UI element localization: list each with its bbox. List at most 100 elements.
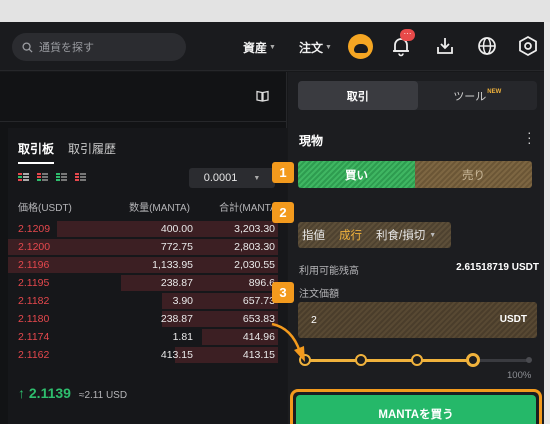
tab-trade[interactable]: 取引 [298, 81, 418, 110]
buy-submit-highlight: MANTAを買う [290, 389, 542, 424]
chevron-down-icon: ▼ [429, 231, 437, 239]
amount-input[interactable]: 2 USDT [298, 302, 537, 338]
precision-select[interactable]: 0.0001 ▼ [189, 168, 275, 188]
col-price: 価格(USDT) [18, 203, 72, 214]
tab-orderbook[interactable]: 取引板 [18, 140, 55, 164]
settings-icon[interactable] [517, 35, 539, 57]
download-icon[interactable] [434, 35, 456, 57]
table-row[interactable]: 2.1180 238.87 653.83 [8, 310, 287, 328]
ask-price: 2.1209 [18, 223, 51, 235]
view-bids-icon[interactable] [56, 173, 67, 183]
ask-price: 2.1195 [18, 277, 50, 289]
buy-tab[interactable]: 買い [298, 161, 415, 188]
search-icon [22, 41, 33, 53]
tab-tools[interactable]: ツール NEW [418, 81, 538, 110]
ask-rows: 2.1209 400.00 3,203.30 2.1200 772.75 2,803.30… [8, 220, 287, 364]
avatar[interactable] [348, 34, 373, 59]
col-total: 合計(MANTA) [219, 203, 280, 214]
window-top-strip [0, 0, 550, 22]
slider-step[interactable] [355, 354, 367, 366]
available-value: 2.61518719 USDT [456, 262, 539, 273]
view-both-icon[interactable] [18, 173, 29, 183]
ask-qty: 238.87 [160, 313, 193, 325]
order-type-limit[interactable]: 指値 [302, 227, 325, 243]
table-row[interactable]: 2.1174 1.81 414.96 [8, 328, 287, 346]
slider-step[interactable] [411, 354, 423, 366]
globe-icon[interactable] [476, 35, 498, 57]
section-title: 現物 [299, 134, 324, 148]
last-price-value: ↑ 2.1139 [18, 385, 71, 401]
order-amount-label: 注文価額 [299, 289, 339, 300]
orderbook-tabs: 取引板 取引履歴 [18, 140, 116, 164]
last-price-usd: ≈2.11 USD [78, 390, 128, 401]
chevron-down-icon: ▼ [269, 44, 276, 51]
view-split-icon[interactable] [37, 173, 48, 183]
table-row[interactable]: 2.1200 772.75 2,803.30 [8, 238, 287, 256]
available-balance: 利用可能残高 2.61518719 USDT [299, 262, 539, 277]
search-input[interactable]: 通貨を探す [12, 33, 186, 61]
table-row[interactable]: 2.1162 413.15 413.15 [8, 346, 287, 364]
buy-sell-toggle: 買い 売り [298, 161, 532, 188]
ask-qty: 400.00 [160, 223, 193, 235]
assets-menu[interactable]: 資産 ▼ [243, 39, 276, 56]
ask-price: 2.1182 [18, 295, 50, 307]
slider-step[interactable] [526, 357, 532, 363]
orders-menu[interactable]: 注文 ▼ [299, 39, 332, 56]
step-marker-1: 1 [272, 162, 294, 183]
ask-total: 657.73 [242, 295, 275, 307]
ask-qty: 772.75 [160, 241, 193, 253]
chevron-down-icon: ▼ [253, 174, 261, 182]
table-row[interactable]: 2.1182 3.90 657.73 [8, 292, 287, 310]
assets-label: 資産 [243, 41, 268, 55]
available-label: 利用可能残高 [299, 266, 359, 277]
arrow-icon [271, 322, 305, 362]
orderbook: 取引板 取引履歴 0.0001 ▼ 価格(USDT) 数量(MANTA) 合計(M… [8, 128, 287, 424]
amount-slider[interactable] [299, 352, 538, 372]
precision-value: 0.0001 [203, 172, 238, 184]
ask-price: 2.1174 [18, 331, 50, 343]
more-icon[interactable]: · · · [527, 125, 532, 149]
search-placeholder: 通貨を探す [39, 42, 94, 54]
amount-value: 2 [311, 314, 317, 326]
trade-tabs: 取引 ツール NEW [298, 81, 537, 110]
trading-app: 通貨を探す 資産 ▼ 注文 ▼ ··· 取引板 取引履歴 0.0001 ▼ 価格… [0, 22, 550, 424]
ask-qty: 413.15 [160, 349, 193, 361]
window-right-edge [544, 22, 550, 424]
tab-trade-history[interactable]: 取引履歴 [68, 140, 116, 164]
ask-price: 2.1162 [18, 349, 50, 361]
step-marker-2: 2 [272, 202, 294, 223]
chevron-down-icon: ▼ [325, 44, 332, 51]
table-row[interactable]: 2.1196 1,133.95 2,030.55 [8, 256, 287, 274]
col-qty: 数量(MANTA) [129, 203, 190, 214]
orders-label: 注文 [299, 41, 324, 55]
orderbook-view-toggles [18, 173, 86, 183]
table-row[interactable]: 2.1195 238.87 896.6 [8, 274, 287, 292]
buy-submit-button[interactable]: MANTAを買う [296, 395, 536, 424]
order-type-selector: 指値 成行 利食/損切 ▼ [298, 222, 451, 248]
ask-total: 2,030.55 [234, 259, 275, 271]
ask-qty: 3.90 [172, 295, 193, 307]
ask-price: 2.1200 [18, 241, 51, 253]
ask-qty: 238.87 [160, 277, 193, 289]
ask-price: 2.1196 [18, 259, 50, 271]
order-type-tpsl[interactable]: 利食/損切 ▼ [376, 227, 436, 243]
sell-tab[interactable]: 売り [415, 161, 532, 188]
top-header: 通貨を探す 資産 ▼ 注文 ▼ ··· [0, 22, 550, 71]
ask-qty: 1.81 [172, 331, 193, 343]
book-icon[interactable] [256, 90, 269, 102]
ask-total: 2,803.30 [234, 241, 275, 253]
ask-qty: 1,133.95 [152, 259, 193, 271]
step-marker-3: 3 [272, 282, 294, 303]
amount-unit: USDT [499, 314, 527, 325]
last-price: ↑ 2.1139 ≈2.11 USD [18, 385, 127, 401]
orderbook-panel: 取引板 取引履歴 0.0001 ▼ 価格(USDT) 数量(MANTA) 合計(M… [0, 72, 287, 424]
order-type-market[interactable]: 成行 [339, 227, 362, 243]
ask-total: 3,203.30 [234, 223, 275, 235]
chart-toolbar [0, 72, 287, 122]
slider-step[interactable] [466, 353, 480, 367]
slider-max-label: 100% [507, 370, 532, 381]
table-row[interactable]: 2.1209 400.00 3,203.30 [8, 220, 287, 238]
trade-panel: 取引 ツール NEW 現物 · · · 買い 売り 指値 成行 利食/損切 ▼ 利用可能… [288, 72, 544, 424]
view-asks-icon[interactable] [75, 173, 86, 183]
new-badge: NEW [487, 88, 502, 95]
